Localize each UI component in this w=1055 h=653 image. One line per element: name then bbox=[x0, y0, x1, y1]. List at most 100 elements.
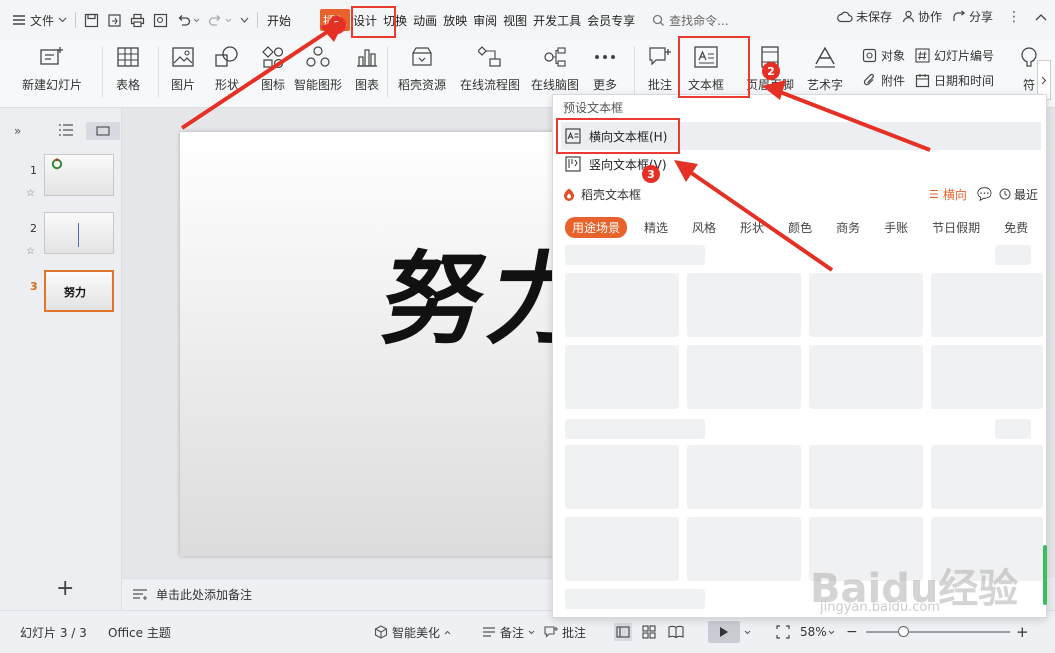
slide-number-button[interactable]: 幻灯片编号 bbox=[915, 47, 994, 64]
wordart-button[interactable]: 艺术字 bbox=[807, 42, 843, 93]
zoom-slider[interactable] bbox=[866, 626, 1010, 637]
vertical-textbox-option[interactable]: 竖向文本框(V) bbox=[561, 150, 1041, 178]
new-slide-button[interactable]: 新建幻灯片 bbox=[22, 42, 82, 93]
tab-home[interactable]: 开始 bbox=[264, 9, 294, 31]
more-icon bbox=[590, 42, 620, 72]
expand-panel-icon[interactable]: » bbox=[14, 124, 21, 138]
shape-button[interactable]: 形状 bbox=[212, 42, 242, 93]
reading-view-icon[interactable] bbox=[668, 625, 684, 639]
category-usage[interactable]: 用途场景 bbox=[565, 217, 628, 238]
notes-bar[interactable]: 单击此处添加备注 bbox=[122, 578, 552, 610]
orientation-toggle[interactable]: ☰ 横向 bbox=[929, 186, 967, 203]
tab-review[interactable]: 审阅 bbox=[470, 9, 500, 31]
online-mindmap-button[interactable]: 在线脑图 bbox=[531, 42, 579, 93]
save-icon bbox=[84, 13, 99, 28]
template-card[interactable] bbox=[931, 345, 1043, 409]
template-card[interactable] bbox=[687, 273, 801, 337]
category-color[interactable]: 颜色 bbox=[781, 217, 819, 238]
recent-button[interactable]: 最近 bbox=[999, 186, 1038, 203]
template-card[interactable] bbox=[565, 517, 679, 581]
zoom-out-button[interactable]: − bbox=[846, 624, 858, 640]
zoom-slider-thumb[interactable] bbox=[898, 626, 909, 637]
tab-member[interactable]: 会员专享 bbox=[584, 9, 638, 31]
category-featured[interactable]: 精选 bbox=[637, 217, 675, 238]
redo-button[interactable] bbox=[204, 8, 236, 32]
add-slide-button[interactable]: + bbox=[56, 576, 74, 601]
online-flowchart-button[interactable]: 在线流程图 bbox=[460, 42, 520, 93]
slide-sorter-icon[interactable] bbox=[642, 625, 656, 639]
share-button[interactable]: 分享 bbox=[952, 8, 993, 25]
fit-window-icon[interactable] bbox=[776, 625, 790, 639]
category-holiday[interactable]: 节日假期 bbox=[925, 217, 987, 238]
print-button[interactable] bbox=[126, 8, 149, 32]
preview-button[interactable] bbox=[149, 8, 172, 32]
tab-slideshow[interactable]: 放映 bbox=[440, 9, 470, 31]
collab-button[interactable]: 协作 bbox=[902, 8, 942, 25]
category-style[interactable]: 风格 bbox=[685, 217, 723, 238]
save-button[interactable] bbox=[80, 8, 103, 32]
docer-resources-label: 稻壳资源 bbox=[398, 78, 447, 92]
orientation-label: 横向 bbox=[942, 187, 967, 202]
quick-access-dropdown[interactable] bbox=[236, 8, 253, 32]
smart-beautify-button[interactable]: 智能美化 bbox=[374, 624, 451, 641]
comment-button[interactable]: 批注 bbox=[645, 42, 675, 93]
template-card[interactable] bbox=[565, 273, 679, 337]
slide-thumbnail-3[interactable]: 努力 bbox=[44, 270, 114, 312]
zoom-level[interactable]: 58% bbox=[800, 625, 827, 639]
outline-view-icon[interactable] bbox=[58, 124, 74, 136]
mindmap-icon bbox=[540, 42, 570, 72]
image-label: 图片 bbox=[170, 78, 195, 92]
chat-icon[interactable]: 💬 bbox=[977, 187, 992, 201]
comment-icon bbox=[645, 42, 675, 72]
template-card[interactable] bbox=[809, 345, 923, 409]
slide-thumbnail-2[interactable] bbox=[44, 212, 114, 254]
play-slideshow-button[interactable] bbox=[708, 621, 740, 643]
category-free[interactable]: 免费 bbox=[997, 217, 1035, 238]
template-card[interactable] bbox=[687, 345, 801, 409]
template-card[interactable] bbox=[687, 445, 801, 509]
file-menu-button[interactable]: 文件 bbox=[8, 8, 71, 32]
category-shape[interactable]: 形状 bbox=[733, 217, 771, 238]
template-card[interactable] bbox=[809, 445, 923, 509]
date-time-button[interactable]: 日期和时间 bbox=[915, 72, 994, 89]
command-search[interactable]: 查找命令... bbox=[652, 12, 762, 29]
collapse-ribbon-icon[interactable] bbox=[1035, 13, 1047, 21]
wreath-icon bbox=[51, 158, 63, 173]
user-icon bbox=[902, 10, 915, 23]
caret-down-icon[interactable] bbox=[744, 630, 751, 635]
template-card[interactable] bbox=[687, 517, 801, 581]
export-button[interactable] bbox=[103, 8, 126, 32]
normal-view-icon[interactable] bbox=[614, 623, 632, 641]
slide-thumbnail-1[interactable] bbox=[44, 154, 114, 196]
undo-button[interactable] bbox=[172, 8, 204, 32]
smart-graphic-button[interactable]: 智能图形 bbox=[294, 42, 342, 93]
unsaved-status[interactable]: 未保存 bbox=[837, 8, 892, 25]
template-card[interactable] bbox=[809, 273, 923, 337]
divider bbox=[158, 46, 159, 98]
comment-toggle-button[interactable]: 批注 bbox=[544, 624, 586, 641]
chart-button[interactable]: 图表 bbox=[352, 42, 382, 93]
notes-toggle-button[interactable]: 备注 bbox=[482, 624, 535, 641]
table-button[interactable]: 表格 bbox=[113, 42, 143, 93]
object-button[interactable]: 对象 bbox=[862, 47, 905, 64]
template-card[interactable] bbox=[931, 273, 1043, 337]
notes-toggle-label: 备注 bbox=[500, 625, 525, 640]
zoom-in-button[interactable]: + bbox=[1016, 623, 1029, 641]
tab-developer[interactable]: 开发工具 bbox=[530, 9, 584, 31]
category-business[interactable]: 商务 bbox=[829, 217, 867, 238]
dropdown-scrollbar[interactable] bbox=[1043, 545, 1047, 605]
template-card[interactable] bbox=[565, 345, 679, 409]
icon-button[interactable]: 图标 bbox=[258, 42, 288, 93]
notes-icon bbox=[482, 626, 496, 638]
category-journal[interactable]: 手账 bbox=[877, 217, 915, 238]
template-card[interactable] bbox=[931, 445, 1043, 509]
thumbnail-view-toggle[interactable] bbox=[86, 122, 120, 140]
docer-resources-button[interactable]: 稻壳资源 bbox=[398, 42, 446, 93]
more-menu-icon[interactable]: ⋮ bbox=[1003, 9, 1025, 25]
more-button[interactable]: 更多 bbox=[590, 42, 620, 93]
attachment-button[interactable]: 附件 bbox=[862, 72, 905, 89]
tab-animations[interactable]: 动画 bbox=[410, 9, 440, 31]
tab-view[interactable]: 视图 bbox=[500, 9, 530, 31]
image-button[interactable]: 图片 bbox=[168, 42, 198, 93]
template-card[interactable] bbox=[565, 445, 679, 509]
